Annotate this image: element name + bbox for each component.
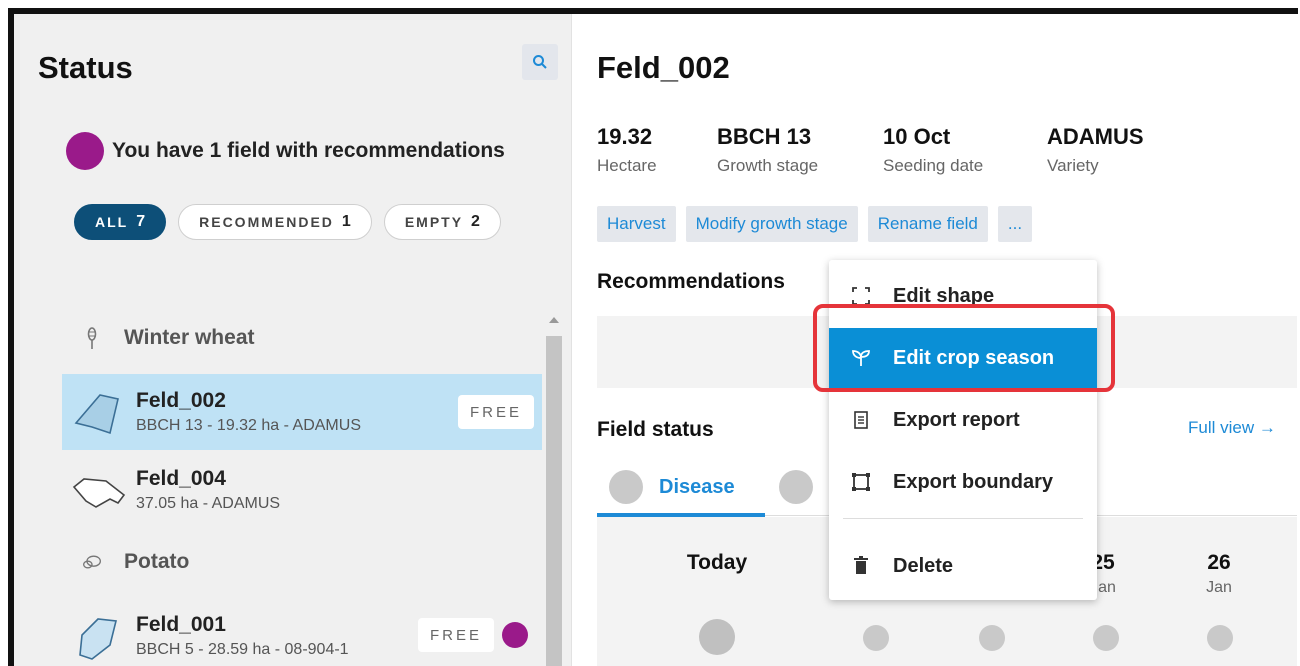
day-num: 26 <box>1207 551 1231 574</box>
status-dot <box>1093 625 1119 651</box>
group-label-text: Winter wheat <box>124 326 255 349</box>
field-title: Feld_002 <box>597 50 730 85</box>
menu-item-label: Export boundary <box>893 470 1054 493</box>
stat-variety: ADAMUS Variety <box>1047 124 1187 176</box>
annotation-highlight <box>813 304 1115 392</box>
disease-icon <box>609 470 643 504</box>
rename-field-button[interactable]: Rename field <box>867 206 988 242</box>
recommendations-title: Recommendations <box>597 270 785 293</box>
field-name: Feld_004 <box>136 467 226 490</box>
filter-all[interactable]: ALL 7 <box>74 204 167 240</box>
filter-recommended-label: RECOMMENDED <box>199 214 334 230</box>
full-view-link[interactable]: Full view → <box>1188 418 1276 438</box>
field-shape-icon <box>79 618 117 660</box>
recommendation-banner[interactable]: You have 1 field with recommendations <box>66 132 505 170</box>
stat-value: BBCH 13 <box>717 124 812 149</box>
menu-item-label: Export report <box>893 408 1020 431</box>
field-meta: BBCH 13 - 19.32 ha - ADAMUS <box>136 417 361 434</box>
search-button[interactable] <box>522 44 558 80</box>
group-potato: Potato <box>82 550 189 574</box>
day-num: Today <box>686 551 748 574</box>
app-frame: Status You have 1 field with recommendat… <box>8 8 1298 666</box>
stat-label: Hectare <box>597 156 657 175</box>
scroll-thumb[interactable] <box>546 336 562 666</box>
filter-empty-label: EMPTY <box>404 214 464 230</box>
group-label-text: Potato <box>124 550 190 573</box>
stat-growth-stage: BBCH 13 Growth stage <box>717 124 883 176</box>
more-actions-button[interactable]: ... <box>997 206 1033 242</box>
day-month: Jan <box>1206 579 1232 596</box>
tab-label: Disease <box>659 475 735 498</box>
day-today: Today <box>667 551 767 575</box>
tab-disease[interactable]: Disease <box>609 470 735 504</box>
filter-pills: ALL 7 RECOMMENDED 1 EMPTY 2 <box>74 204 501 240</box>
field-meta: 37.05 ha - ADAMUS <box>136 495 281 512</box>
list-scrollbar[interactable] <box>544 314 564 666</box>
menu-export-boundary[interactable]: Export boundary <box>829 452 1097 512</box>
recommendation-dot <box>502 622 528 648</box>
status-dot <box>1207 625 1233 651</box>
field-status-title: Field status <box>597 418 714 441</box>
free-badge: FREE <box>418 618 495 652</box>
stat-hectare: 19.32 Hectare <box>597 124 717 176</box>
day-26: 26 Jan <box>1189 551 1249 597</box>
filter-empty-count: 2 <box>471 213 480 230</box>
filter-all-label: ALL <box>95 214 129 230</box>
menu-item-label: Delete <box>893 554 954 577</box>
scroll-up-icon[interactable] <box>548 314 560 326</box>
menu-delete[interactable]: Delete <box>829 536 1097 596</box>
status-dot <box>863 625 889 651</box>
free-badge: FREE <box>458 395 535 429</box>
filter-recommended-count: 1 <box>341 213 351 230</box>
field-stats: 19.32 Hectare BBCH 13 Growth stage 10 Oc… <box>597 124 1187 176</box>
stat-value: 10 Oct <box>883 124 951 149</box>
field-actions: Harvest Modify growth stage Rename field… <box>597 206 1033 242</box>
recommendation-dot <box>66 132 104 170</box>
stat-label: Seeding date <box>883 156 984 175</box>
status-dot <box>979 625 1005 651</box>
menu-export-report[interactable]: Export report <box>829 390 1097 450</box>
stat-label: Variety <box>1047 156 1099 175</box>
tab-second[interactable] <box>779 470 829 504</box>
stat-seeding-date: 10 Oct Seeding date <box>883 124 1047 176</box>
stat-value: ADAMUS <box>1047 124 1144 149</box>
stat-label: Growth stage <box>717 156 819 175</box>
status-title: Status <box>38 50 133 85</box>
search-icon <box>533 55 547 69</box>
today-status-icon <box>699 619 735 655</box>
tab-icon <box>779 470 813 504</box>
field-name: Feld_001 <box>136 613 226 636</box>
stat-value: 19.32 <box>597 124 653 149</box>
filter-empty[interactable]: EMPTY 2 <box>383 204 501 240</box>
modify-growth-stage-button[interactable]: Modify growth stage <box>685 206 858 242</box>
status-panel: Status You have 1 field with recommendat… <box>14 14 572 666</box>
field-shape-icon <box>74 394 119 435</box>
boundary-icon <box>849 470 873 494</box>
filter-all-count: 7 <box>136 213 146 230</box>
harvest-button[interactable]: Harvest <box>597 206 676 242</box>
recommendation-text: You have 1 field with recommendations <box>112 139 505 162</box>
menu-divider <box>843 518 1083 519</box>
wheat-icon <box>82 326 102 350</box>
group-winter-wheat: Winter wheat <box>82 326 255 350</box>
field-name: Feld_002 <box>136 389 226 412</box>
field-row-feld-004[interactable]: Feld_004 37.05 ha - ADAMUS <box>62 452 542 528</box>
potato-icon <box>82 550 102 574</box>
field-meta: BBCH 5 - 28.59 ha - 08-904-1 <box>136 641 349 658</box>
filter-recommended[interactable]: RECOMMENDED 1 <box>178 204 372 240</box>
field-shape-icon <box>72 478 126 508</box>
trash-icon <box>849 554 873 578</box>
report-icon <box>849 408 873 432</box>
